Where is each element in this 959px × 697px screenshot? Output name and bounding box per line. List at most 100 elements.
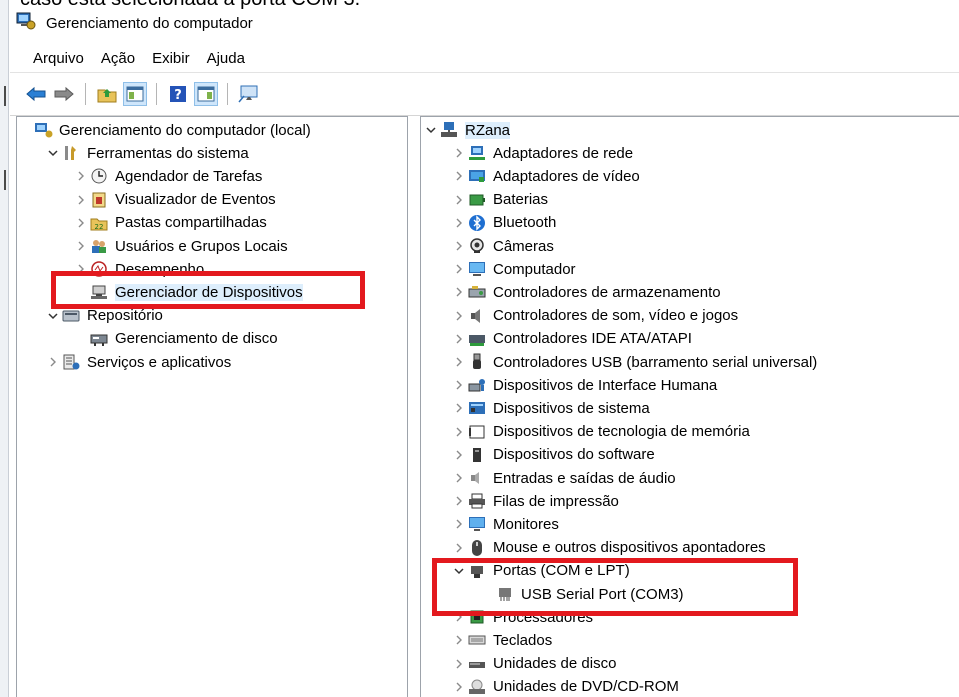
menu-acao[interactable]: Ação <box>101 50 135 67</box>
chevron-right-icon[interactable] <box>73 235 89 257</box>
chevron-right-icon[interactable] <box>451 513 467 535</box>
chevron-down-icon[interactable] <box>423 119 439 141</box>
device-tree-item[interactable]: RZana <box>423 119 511 141</box>
device-tree-item[interactable]: Computador <box>451 258 576 280</box>
device-tree-item[interactable]: Dispositivos de Interface Humana <box>451 374 717 396</box>
device-tree-item-label: Dispositivos do software <box>493 446 655 464</box>
menu-ajuda[interactable]: Ajuda <box>207 50 245 67</box>
users-icon <box>89 237 109 255</box>
help-icon[interactable]: ? <box>166 82 190 106</box>
device-tree-item[interactable]: Bluetooth <box>451 212 556 234</box>
console-tree-item-label: Gerenciamento de disco <box>115 330 278 348</box>
device-tree-item-label: RZana <box>465 121 511 139</box>
device-tree-item[interactable]: Unidades de disco <box>451 653 616 675</box>
chevron-right-icon[interactable] <box>451 258 467 280</box>
speaker-icon <box>467 307 487 325</box>
chevron-right-icon[interactable] <box>451 142 467 164</box>
chevron-right-icon[interactable] <box>451 235 467 257</box>
device-tree-item-label: Adaptadores de vídeo <box>493 167 640 185</box>
ide-controller-icon <box>467 330 487 348</box>
console-tree-item[interactable]: Usuários e Grupos Locais <box>73 235 288 257</box>
menu-bar: Arquivo Ação Exibir Ajuda <box>33 50 262 67</box>
device-tree-item[interactable]: Entradas e saídas de áudio <box>451 467 676 489</box>
device-tree-item[interactable]: Adaptadores de vídeo <box>451 165 640 187</box>
chevron-right-icon[interactable] <box>451 328 467 350</box>
device-tree-item[interactable]: Câmeras <box>451 235 554 257</box>
chevron-right-icon[interactable] <box>45 351 61 373</box>
chevron-right-icon[interactable] <box>451 467 467 489</box>
usb-icon <box>467 353 487 371</box>
highlight-box-serial-port <box>432 558 798 616</box>
console-tree-item[interactable]: Ferramentas do sistema <box>45 142 249 164</box>
toolbar-separator <box>156 83 157 105</box>
device-tree-item[interactable]: Dispositivos de sistema <box>451 397 650 419</box>
device-tree-item-label: Bluetooth <box>493 214 557 232</box>
services-icon <box>61 353 81 371</box>
computer-management-icon <box>16 12 36 34</box>
chevron-right-icon[interactable] <box>451 189 467 211</box>
console-tree-pane: Gerenciamento do computador (local) Ferra… <box>16 116 408 697</box>
chevron-right-icon[interactable] <box>73 165 89 187</box>
battery-icon <box>467 191 487 209</box>
chevron-right-icon[interactable] <box>451 676 467 697</box>
chevron-right-icon[interactable] <box>451 629 467 651</box>
action-pane-icon[interactable] <box>194 82 218 106</box>
event-viewer-icon <box>89 191 109 209</box>
device-tree-item[interactable]: Teclados <box>451 629 552 651</box>
console-tree-item[interactable]: Gerenciamento de disco <box>73 328 278 350</box>
device-tree-item[interactable]: Controladores USB (barramento serial uni… <box>451 351 817 373</box>
console-tree-item[interactable]: Gerenciamento do computador (local) <box>17 119 311 141</box>
printer-icon <box>467 492 487 510</box>
chevron-right-icon[interactable] <box>451 397 467 419</box>
device-tree-item[interactable]: Mouse e outros dispositivos apontadores <box>451 537 766 559</box>
chevron-right-icon[interactable] <box>451 212 467 234</box>
console-tree-item[interactable]: Serviços e aplicativos <box>45 351 231 373</box>
chevron-right-icon[interactable] <box>451 421 467 443</box>
chevron-right-icon[interactable] <box>451 351 467 373</box>
chevron-right-icon[interactable] <box>451 537 467 559</box>
device-tree-item[interactable]: Controladores de armazenamento <box>451 281 721 303</box>
chevron-right-icon[interactable] <box>451 281 467 303</box>
device-tree-item-label: Controladores de som, vídeo e jogos <box>493 307 739 325</box>
show-hide-tree-icon[interactable] <box>123 82 147 106</box>
console-tree-item-label: Gerenciamento do computador (local) <box>59 121 311 139</box>
console-tree-item[interactable]: Agendador de Tarefas <box>73 165 262 187</box>
chevron-right-icon[interactable] <box>73 189 89 211</box>
chevron-right-icon[interactable] <box>451 444 467 466</box>
device-tree-item[interactable]: Monitores <box>451 513 559 535</box>
console-tree-item[interactable]: 22 Pastas compartilhadas <box>73 212 267 234</box>
monitor-icon[interactable] <box>237 82 261 106</box>
console-tree-item-label: Agendador de Tarefas <box>115 167 263 185</box>
menu-arquivo[interactable]: Arquivo <box>33 50 84 67</box>
device-tree-item-label: Adaptadores de rede <box>493 144 634 162</box>
chevron-right-icon[interactable] <box>451 490 467 512</box>
device-tree-item[interactable]: Dispositivos de tecnologia de memória <box>451 421 750 443</box>
back-arrow-icon[interactable] <box>24 82 48 106</box>
device-tree-item[interactable]: Unidades de DVD/CD-ROM <box>451 676 679 697</box>
chevron-down-icon[interactable] <box>45 142 61 164</box>
chevron-right-icon[interactable] <box>451 305 467 327</box>
chevron-right-icon[interactable] <box>451 653 467 675</box>
chevron-right-icon[interactable] <box>451 165 467 187</box>
console-tree-item[interactable]: Visualizador de Eventos <box>73 189 276 211</box>
menu-exibir[interactable]: Exibir <box>152 50 190 67</box>
device-tree-item-label: Dispositivos de Interface Humana <box>493 376 718 394</box>
svg-text:22: 22 <box>95 223 104 231</box>
clock-icon <box>89 167 109 185</box>
monitor-icon <box>467 515 487 533</box>
chevron-right-icon[interactable] <box>451 374 467 396</box>
device-tree-item[interactable]: Controladores de som, vídeo e jogos <box>451 305 738 327</box>
software-device-icon <box>467 446 487 464</box>
computer-icon <box>467 260 487 278</box>
forward-arrow-icon[interactable] <box>52 82 76 106</box>
device-tree-item-label: Teclados <box>493 631 553 649</box>
device-tree-item[interactable]: Dispositivos do software <box>451 444 655 466</box>
device-tree-item[interactable]: Adaptadores de rede <box>451 142 633 164</box>
chevron-right-icon[interactable] <box>73 212 89 234</box>
up-folder-icon[interactable] <box>95 82 119 106</box>
device-tree-item[interactable]: Baterias <box>451 189 548 211</box>
device-tree-item[interactable]: Filas de impressão <box>451 490 619 512</box>
device-tree-item-label: Câmeras <box>493 237 554 255</box>
device-tree-item[interactable]: Controladores IDE ATA/ATAPI <box>451 328 692 350</box>
